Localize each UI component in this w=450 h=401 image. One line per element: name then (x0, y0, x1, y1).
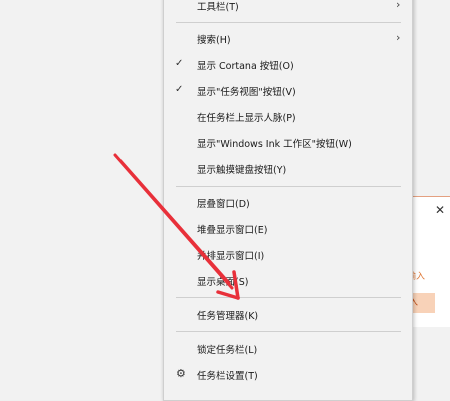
menu-item-show-cortana[interactable]: ✓ 显示 Cortana 按钮(O) (164, 54, 412, 76)
menu-item-show-touch-keyboard[interactable]: 显示触摸键盘按钮(Y) (164, 158, 412, 180)
menu-separator (176, 186, 401, 187)
menu-item-label: 搜索(H) (197, 35, 231, 46)
menu-item-label: 任务管理器(K) (197, 311, 259, 322)
menu-item-label: 工具栏(T) (197, 2, 239, 13)
menu-item-lock-taskbar[interactable]: 锁定任务栏(L) (164, 338, 412, 360)
menu-item-label: 显示桌面(S) (197, 277, 249, 288)
menu-item-label: 任务栏设置(T) (197, 371, 258, 382)
menu-separator (176, 22, 401, 23)
menu-item-show-desktop[interactable]: 显示桌面(S) (164, 270, 412, 292)
menu-item-toolbars[interactable]: 工具栏(T) › (164, 0, 412, 17)
menu-item-show-windows-ink[interactable]: 显示"Windows Ink 工作区"按钮(W) (164, 132, 412, 154)
gear-icon: ⚙ (176, 367, 186, 380)
menu-item-label: 锁定任务栏(L) (197, 345, 258, 356)
menu-item-taskbar-settings[interactable]: ⚙ 任务栏设置(T) (164, 364, 412, 386)
menu-item-label: 显示"任务视图"按钮(V) (197, 87, 296, 98)
close-icon[interactable]: ✕ (433, 203, 447, 217)
menu-item-show-people[interactable]: 在任务栏上显示人脉(P) (164, 106, 412, 128)
taskbar-context-menu: 工具栏(T) › 搜索(H) › ✓ 显示 Cortana 按钮(O) ✓ 显示… (163, 0, 413, 401)
menu-item-stack-windows[interactable]: 堆叠显示窗口(E) (164, 218, 412, 240)
menu-item-show-task-view[interactable]: ✓ 显示"任务视图"按钮(V) (164, 80, 412, 102)
menu-item-label: 显示 Cortana 按钮(O) (197, 61, 294, 72)
menu-item-label: 层叠窗口(D) (197, 199, 250, 210)
menu-item-search[interactable]: 搜索(H) › (164, 28, 412, 50)
menu-separator (176, 297, 401, 298)
chevron-right-icon: › (396, 0, 401, 11)
menu-separator (176, 331, 401, 332)
menu-item-label: 并排显示窗口(I) (197, 251, 265, 262)
check-icon: ✓ (175, 84, 184, 95)
menu-item-side-by-side-windows[interactable]: 并排显示窗口(I) (164, 244, 412, 266)
menu-item-label: 显示"Windows Ink 工作区"按钮(W) (197, 139, 352, 150)
check-icon: ✓ (175, 58, 184, 69)
menu-item-cascade-windows[interactable]: 层叠窗口(D) (164, 192, 412, 214)
menu-item-label: 堆叠显示窗口(E) (197, 225, 268, 236)
menu-item-task-manager[interactable]: 任务管理器(K) (164, 304, 412, 326)
menu-item-label: 在任务栏上显示人脉(P) (197, 113, 296, 124)
chevron-right-icon: › (396, 31, 401, 44)
menu-item-label: 显示触摸键盘按钮(Y) (197, 165, 287, 176)
